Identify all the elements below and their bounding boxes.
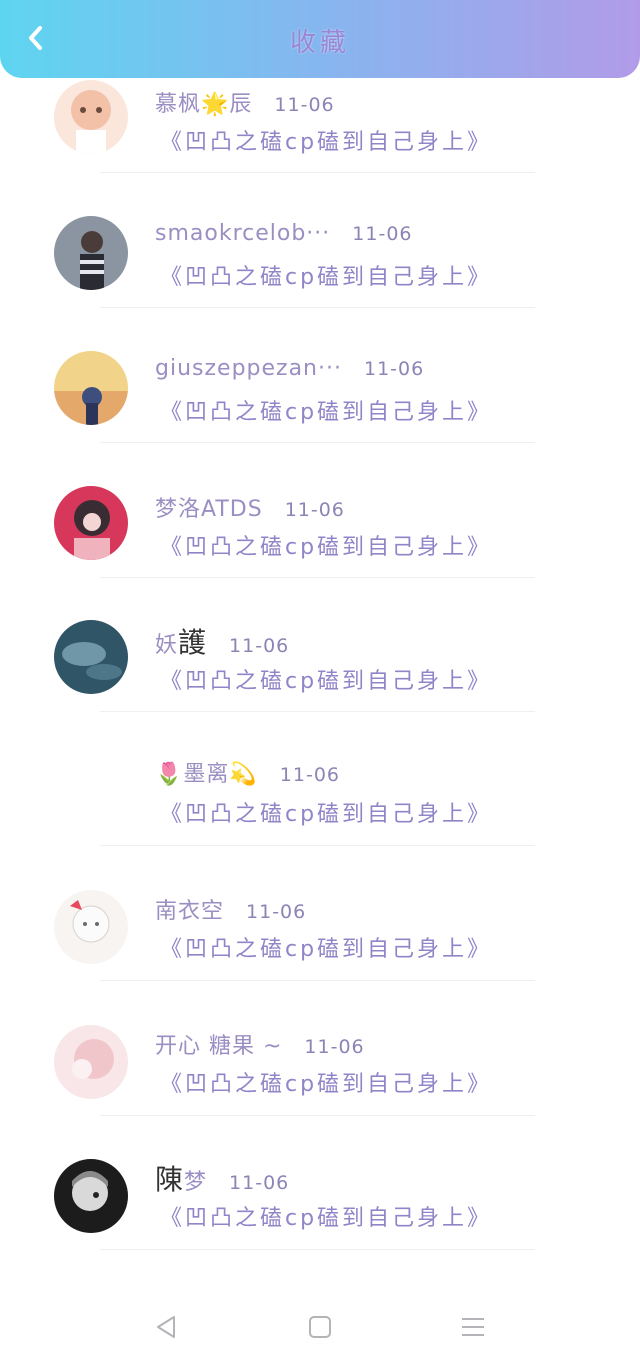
timestamp: 11-06 <box>246 901 307 923</box>
square-home-icon <box>309 1316 331 1338</box>
avatar[interactable] <box>54 80 128 154</box>
timestamp: 11-06 <box>352 223 413 245</box>
list-item[interactable]: 开心 糖果 ~ 11-06 《凹凸之磕cp磕到自己身上》 <box>0 1024 640 1159</box>
timestamp: 11-06 <box>279 764 341 786</box>
favorite-content[interactable]: 《凹凸之磕cp磕到自己身上》 <box>160 1200 492 1232</box>
favorite-content[interactable]: 《凹凸之磕cp磕到自己身上》 <box>160 663 492 695</box>
user-name-line: 陳梦 11-06 <box>155 1158 289 1198</box>
list-item[interactable]: 🌷墨离💫 11-06 《凹凸之磕cp磕到自己身上》 <box>0 754 640 889</box>
nav-home-button[interactable] <box>305 1312 335 1342</box>
app-header: 收藏 <box>0 0 640 78</box>
user-name-line: giuszeppezan··· 11-06 <box>155 356 424 381</box>
user-name-line: 🌷墨离💫 11-06 <box>155 756 340 788</box>
user-name[interactable]: 南衣空 <box>155 899 224 924</box>
user-name-big[interactable]: 護 <box>178 626 207 659</box>
list-item[interactable]: 慕枫🌟辰 11-06 《凹凸之磕cp磕到自己身上》 <box>0 80 640 215</box>
user-name[interactable]: smaokrcelob··· <box>155 221 330 246</box>
timestamp: 11-06 <box>363 358 425 380</box>
timestamp: 11-06 <box>229 635 290 657</box>
timestamp: 11-06 <box>229 1172 290 1194</box>
timestamp: 11-06 <box>284 499 345 521</box>
divider <box>100 980 535 981</box>
user-name[interactable]: 妖 <box>155 633 178 658</box>
favorite-content[interactable]: 《凹凸之磕cp磕到自己身上》 <box>160 394 492 426</box>
divider <box>100 1249 535 1250</box>
divider <box>100 845 535 846</box>
page-title: 收藏 <box>289 28 350 58</box>
list-item[interactable]: 陳梦 11-06 《凹凸之磕cp磕到自己身上》 <box>0 1158 640 1293</box>
system-nav-bar <box>0 1290 640 1365</box>
favorite-content[interactable]: 《凹凸之磕cp磕到自己身上》 <box>160 529 492 561</box>
avatar[interactable] <box>54 216 128 290</box>
avatar[interactable] <box>54 620 128 694</box>
nav-back-button[interactable] <box>152 1312 182 1342</box>
divider <box>100 307 535 308</box>
user-name[interactable]: giuszeppezan··· <box>155 356 342 381</box>
menu-lines-icon <box>462 1318 484 1336</box>
user-name[interactable]: 开心 糖果 ~ <box>155 1034 282 1059</box>
list-item[interactable]: 妖護 11-06 《凹凸之磕cp磕到自己身上》 <box>0 619 640 754</box>
favorite-content[interactable]: 《凹凸之磕cp磕到自己身上》 <box>160 1066 492 1098</box>
user-name-line: 慕枫🌟辰 11-06 <box>155 86 335 118</box>
avatar[interactable] <box>54 351 128 425</box>
user-name-line: 开心 糖果 ~ 11-06 <box>155 1028 365 1060</box>
divider <box>100 172 535 173</box>
user-name-line: 妖護 11-06 <box>155 621 289 661</box>
favorite-content[interactable]: 《凹凸之磕cp磕到自己身上》 <box>160 931 492 963</box>
avatar[interactable] <box>54 1159 128 1233</box>
timestamp: 11-06 <box>304 1036 365 1058</box>
divider <box>100 711 535 712</box>
favorite-content[interactable]: 《凹凸之磕cp磕到自己身上》 <box>160 259 492 291</box>
avatar[interactable] <box>54 486 128 560</box>
user-name[interactable]: 梦洛ATDS <box>155 497 263 522</box>
list-item[interactable]: smaokrcelob··· 11-06 《凹凸之磕cp磕到自己身上》 <box>0 215 640 350</box>
divider <box>100 1115 535 1116</box>
favorite-content[interactable]: 《凹凸之磕cp磕到自己身上》 <box>160 124 492 156</box>
triangle-back-icon <box>157 1316 175 1338</box>
list-item[interactable]: 梦洛ATDS 11-06 《凹凸之磕cp磕到自己身上》 <box>0 485 640 620</box>
list-item[interactable]: 南衣空 11-06 《凹凸之磕cp磕到自己身上》 <box>0 889 640 1024</box>
nav-menu-button[interactable] <box>458 1312 488 1342</box>
favorite-content[interactable]: 《凹凸之磕cp磕到自己身上》 <box>160 796 492 828</box>
avatar[interactable] <box>54 1025 128 1099</box>
user-name[interactable]: 🌷墨离💫 <box>155 762 258 787</box>
user-name-line: smaokrcelob··· 11-06 <box>155 221 413 246</box>
user-name[interactable]: 慕枫🌟辰 <box>155 92 252 117</box>
divider <box>100 577 535 578</box>
timestamp: 11-06 <box>274 94 335 116</box>
user-name-line: 梦洛ATDS 11-06 <box>155 491 345 523</box>
user-name-big[interactable]: 陳 <box>155 1163 184 1196</box>
avatar[interactable] <box>54 890 128 964</box>
divider <box>100 442 535 443</box>
user-name[interactable]: 梦 <box>184 1170 207 1195</box>
user-name-line: 南衣空 11-06 <box>155 893 306 925</box>
list-item[interactable]: giuszeppezan··· 11-06 《凹凸之磕cp磕到自己身上》 <box>0 350 640 485</box>
